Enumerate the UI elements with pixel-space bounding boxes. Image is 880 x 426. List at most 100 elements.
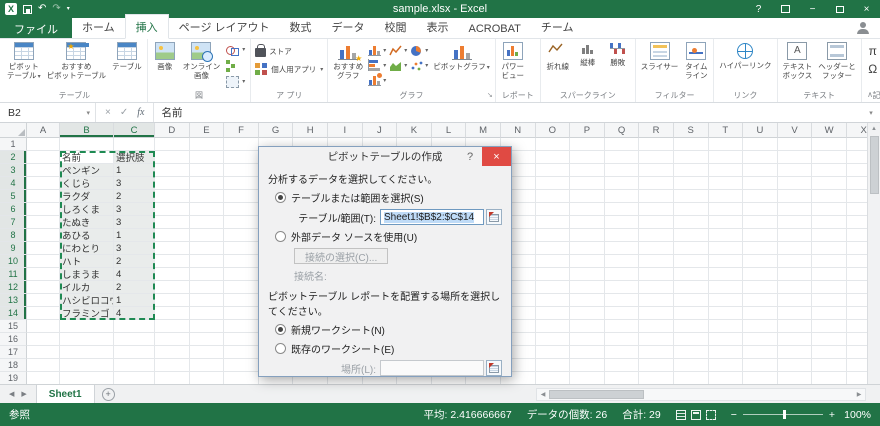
cell-D16[interactable] (155, 333, 190, 346)
cell-D17[interactable] (155, 346, 190, 359)
row-header-4[interactable]: 4 (0, 177, 27, 190)
redo-button[interactable]: ↷ (52, 4, 60, 14)
cell-U4[interactable] (743, 177, 778, 190)
insert-function-button[interactable]: fx (137, 107, 144, 118)
cell-Q12[interactable] (604, 281, 640, 294)
cell-W6[interactable] (812, 203, 847, 216)
column-header-Q[interactable]: Q (604, 123, 640, 138)
shapes-button[interactable]: ▾ (224, 43, 247, 56)
cell-R9[interactable] (639, 242, 674, 255)
cell-Q2[interactable] (604, 151, 640, 164)
cell-E12[interactable] (189, 281, 225, 294)
cell-Q15[interactable] (604, 320, 640, 333)
cell-P6[interactable] (570, 203, 605, 216)
cell-D19[interactable] (155, 372, 190, 384)
cell-W8[interactable] (812, 229, 847, 242)
recommended-pivottables-button[interactable]: おすすめピボットテーブル (44, 39, 110, 90)
cell-D4[interactable] (155, 177, 190, 190)
cell-D18[interactable] (155, 359, 190, 372)
cell-W10[interactable] (812, 255, 847, 268)
dialog-close-button[interactable]: × (482, 147, 511, 166)
cell-T15[interactable] (708, 320, 744, 333)
cell-V3[interactable] (777, 164, 813, 177)
text-box-button[interactable]: テキストボックス (780, 39, 816, 90)
cell-U10[interactable] (743, 255, 778, 268)
cell-C10[interactable]: 2 (114, 255, 155, 268)
cell-P19[interactable] (570, 372, 605, 384)
column-header-J[interactable]: J (362, 123, 398, 138)
cell-C17[interactable] (114, 346, 155, 359)
cell-Q10[interactable] (604, 255, 640, 268)
cell-R1[interactable] (639, 138, 674, 151)
undo-button[interactable]: ↶ (38, 4, 46, 14)
cell-P1[interactable] (570, 138, 605, 151)
cell-W11[interactable] (812, 268, 847, 281)
cell-D5[interactable] (155, 190, 190, 203)
cell-P3[interactable] (570, 164, 605, 177)
cell-U11[interactable] (743, 268, 778, 281)
column-header-M[interactable]: M (466, 123, 501, 138)
column-header-D[interactable]: D (155, 123, 190, 138)
row-header-14[interactable]: 14 (0, 307, 27, 320)
cell-F10[interactable] (224, 255, 259, 268)
cell-E2[interactable] (189, 151, 225, 164)
radio-existing-worksheet[interactable]: 既存のワークシート(E) (275, 341, 502, 356)
normal-view-button[interactable] (675, 409, 686, 420)
cell-B8[interactable]: あひる (60, 229, 114, 242)
cell-T19[interactable] (709, 372, 744, 384)
screenshot-button[interactable]: ▾ (224, 75, 247, 88)
tab-insert[interactable]: 挿入 (124, 14, 169, 39)
name-box[interactable]: B2 ▾ (0, 103, 96, 122)
close-button[interactable]: × (853, 0, 880, 18)
user-account-icon[interactable] (856, 22, 870, 34)
cell-A8[interactable] (27, 229, 60, 242)
pivotchart-button[interactable]: ピボットグラフ▾ (430, 39, 493, 90)
cell-V6[interactable] (777, 203, 813, 216)
cell-F2[interactable] (224, 151, 259, 164)
cell-R8[interactable] (639, 229, 674, 242)
cell-U3[interactable] (743, 164, 778, 177)
sparkline-line-button[interactable]: 折れ線 (543, 39, 573, 90)
cell-F8[interactable] (224, 229, 259, 242)
cell-E8[interactable] (189, 229, 225, 242)
cell-E10[interactable] (189, 255, 225, 268)
cell-V5[interactable] (777, 190, 813, 203)
row-header-7[interactable]: 7 (0, 216, 27, 229)
cell-V10[interactable] (777, 255, 813, 268)
scroll-up-icon[interactable]: ▲ (868, 123, 880, 135)
cell-U12[interactable] (743, 281, 778, 294)
cell-B5[interactable]: ラクダ (60, 190, 114, 203)
tab-formulas[interactable]: 数式 (280, 15, 322, 38)
row-header-15[interactable]: 15 (0, 320, 27, 333)
cell-T14[interactable] (708, 307, 744, 320)
column-header-B[interactable]: B (60, 123, 114, 138)
cell-E9[interactable] (189, 242, 225, 255)
column-header-T[interactable]: T (708, 123, 744, 138)
cell-U2[interactable] (743, 151, 778, 164)
cell-Q5[interactable] (604, 190, 640, 203)
tab-review[interactable]: 校閲 (375, 15, 417, 38)
zoom-level[interactable]: 100% (841, 409, 871, 421)
cell-P2[interactable] (570, 151, 605, 164)
cell-U6[interactable] (743, 203, 778, 216)
cell-V15[interactable] (777, 320, 813, 333)
cell-S7[interactable] (673, 216, 709, 229)
cell-V12[interactable] (777, 281, 813, 294)
cell-S17[interactable] (673, 346, 709, 359)
cell-O16[interactable] (535, 333, 571, 346)
cell-P9[interactable] (570, 242, 605, 255)
cell-E19[interactable] (190, 372, 225, 384)
cell-O18[interactable] (535, 359, 571, 372)
ribbon-display-options-button[interactable] (772, 0, 799, 18)
cell-Q18[interactable] (604, 359, 640, 372)
cell-B1[interactable] (60, 138, 114, 151)
cell-Q16[interactable] (604, 333, 640, 346)
cell-Q17[interactable] (604, 346, 640, 359)
cell-R7[interactable] (639, 216, 674, 229)
row-header-9[interactable]: 9 (0, 242, 27, 255)
cell-V18[interactable] (777, 359, 813, 372)
cell-F13[interactable] (224, 294, 259, 307)
cell-C16[interactable] (114, 333, 155, 346)
cell-U17[interactable] (743, 346, 778, 359)
recommended-charts-button[interactable]: おすすめグラフ (330, 39, 366, 90)
